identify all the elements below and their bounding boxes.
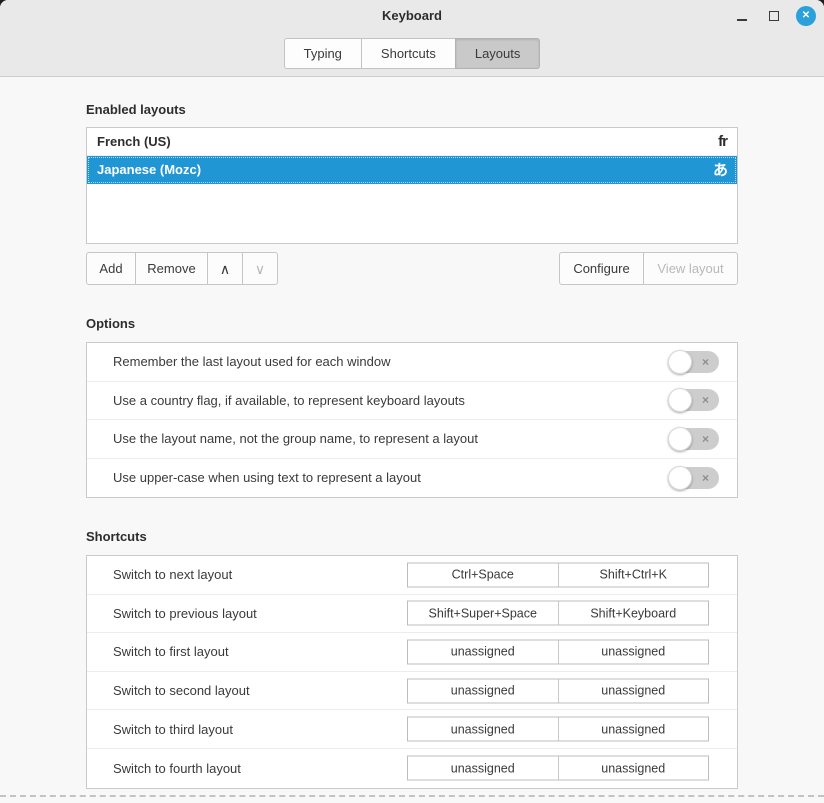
view-layout-button[interactable]: View layout: [643, 252, 738, 285]
chevron-up-icon: ∧: [220, 262, 230, 276]
option-label: Remember the last layout used for each w…: [113, 354, 390, 369]
minimize-button[interactable]: [732, 6, 752, 26]
shortcut-row-fourth-layout: Switch to fourth layout unassigned unass…: [87, 749, 737, 788]
keybinding-button-2[interactable]: unassigned: [559, 718, 709, 741]
minimize-icon: [737, 19, 747, 21]
layout-name: French (US): [97, 134, 171, 149]
keybinding-button-1[interactable]: unassigned: [408, 679, 559, 702]
tab-bar: Typing Shortcuts Layouts: [0, 38, 824, 69]
shortcut-row-third-layout: Switch to third layout unassigned unassi…: [87, 710, 737, 749]
toggle-off-icon: ×: [702, 394, 709, 406]
toggle-knob: [668, 388, 692, 412]
toggle-off-icon: ×: [702, 472, 709, 484]
options-list: Remember the last layout used for each w…: [86, 342, 738, 498]
layout-list: French (US) fr Japanese (Mozc) あ: [86, 127, 738, 244]
keybinding-group: unassigned unassigned: [407, 639, 709, 664]
option-row-upper-case: Use upper-case when using text to repres…: [87, 459, 737, 498]
shortcut-row-second-layout: Switch to second layout unassigned unass…: [87, 672, 737, 711]
layout-indicator-ja: あ: [713, 159, 727, 180]
toggle-country-flag[interactable]: ×: [668, 389, 719, 411]
toggle-knob: [668, 350, 692, 374]
shortcut-label: Switch to next layout: [113, 567, 232, 582]
keybinding-group: unassigned unassigned: [407, 717, 709, 742]
move-layout-up-button[interactable]: ∧: [207, 252, 243, 285]
titlebar[interactable]: Keyboard ✕: [0, 0, 824, 32]
keybinding-button-2[interactable]: Shift+Ctrl+K: [559, 563, 709, 586]
layout-config-actions: Configure View layout: [559, 252, 738, 285]
option-row-remember-last-layout: Remember the last layout used for each w…: [87, 343, 737, 382]
keybinding-group: Ctrl+Space Shift+Ctrl+K: [407, 562, 709, 587]
toggle-remember-last-layout[interactable]: ×: [668, 351, 719, 373]
layout-indicator-fr: fr: [718, 133, 727, 150]
close-button[interactable]: ✕: [796, 6, 816, 26]
keybinding-button-1[interactable]: Shift+Super+Space: [408, 602, 559, 625]
window-controls: ✕: [732, 5, 816, 27]
keybinding-button-1[interactable]: Ctrl+Space: [408, 563, 559, 586]
keybinding-button-1[interactable]: unassigned: [408, 757, 559, 780]
keybinding-button-1[interactable]: unassigned: [408, 640, 559, 663]
shortcut-row-previous-layout: Switch to previous layout Shift+Super+Sp…: [87, 595, 737, 634]
shortcut-row-next-layout: Switch to next layout Ctrl+Space Shift+C…: [87, 556, 737, 595]
shortcut-label: Switch to third layout: [113, 722, 233, 737]
layout-row-french[interactable]: French (US) fr: [87, 128, 737, 156]
toggle-knob: [668, 427, 692, 451]
layout-list-actions: Add Remove ∧ ∨: [86, 252, 278, 285]
window-bottom-edge: [0, 795, 824, 797]
layout-name: Japanese (Mozc): [97, 162, 201, 177]
chevron-down-icon: ∨: [255, 262, 265, 276]
configure-button[interactable]: Configure: [559, 252, 644, 285]
maximize-icon: [769, 11, 779, 21]
move-layout-down-button[interactable]: ∨: [242, 252, 278, 285]
shortcut-row-first-layout: Switch to first layout unassigned unassi…: [87, 633, 737, 672]
close-icon: ✕: [802, 11, 810, 21]
window-header: Keyboard ✕ Typing Shortcuts Layouts: [0, 0, 824, 77]
remove-layout-button[interactable]: Remove: [135, 252, 208, 285]
shortcut-label: Switch to fourth layout: [113, 761, 241, 776]
keybinding-button-2[interactable]: unassigned: [559, 757, 709, 780]
shortcuts-heading: Shortcuts: [86, 529, 147, 544]
toggle-layout-name[interactable]: ×: [668, 428, 719, 450]
option-row-country-flag: Use a country flag, if available, to rep…: [87, 382, 737, 421]
option-label: Use upper-case when using text to repres…: [113, 470, 421, 485]
options-heading: Options: [86, 316, 135, 331]
option-label: Use the layout name, not the group name,…: [113, 431, 478, 446]
layout-row-japanese[interactable]: Japanese (Mozc) あ: [87, 156, 737, 184]
keybinding-button-2[interactable]: Shift+Keyboard: [559, 602, 709, 625]
keybinding-group: unassigned unassigned: [407, 756, 709, 781]
tab-shortcuts[interactable]: Shortcuts: [361, 38, 455, 69]
keyboard-settings-window: Keyboard ✕ Typing Shortcuts Layouts Enab…: [0, 0, 824, 803]
keybinding-button-1[interactable]: unassigned: [408, 718, 559, 741]
window-title: Keyboard: [0, 8, 824, 23]
option-row-layout-name: Use the layout name, not the group name,…: [87, 420, 737, 459]
toggle-upper-case[interactable]: ×: [668, 467, 719, 489]
keybinding-group: unassigned unassigned: [407, 678, 709, 703]
tab-layouts[interactable]: Layouts: [455, 38, 541, 69]
shortcut-label: Switch to second layout: [113, 683, 250, 698]
maximize-button[interactable]: [764, 6, 784, 26]
shortcuts-list: Switch to next layout Ctrl+Space Shift+C…: [86, 555, 738, 789]
toggle-off-icon: ×: [702, 356, 709, 368]
option-label: Use a country flag, if available, to rep…: [113, 393, 465, 408]
toggle-off-icon: ×: [702, 433, 709, 445]
shortcut-label: Switch to previous layout: [113, 606, 257, 621]
keybinding-button-2[interactable]: unassigned: [559, 679, 709, 702]
enabled-layouts-heading: Enabled layouts: [86, 102, 186, 117]
keybinding-button-2[interactable]: unassigned: [559, 640, 709, 663]
toggle-knob: [668, 466, 692, 490]
keybinding-group: Shift+Super+Space Shift+Keyboard: [407, 601, 709, 626]
shortcut-label: Switch to first layout: [113, 644, 229, 659]
add-layout-button[interactable]: Add: [86, 252, 136, 285]
tab-typing[interactable]: Typing: [284, 38, 361, 69]
